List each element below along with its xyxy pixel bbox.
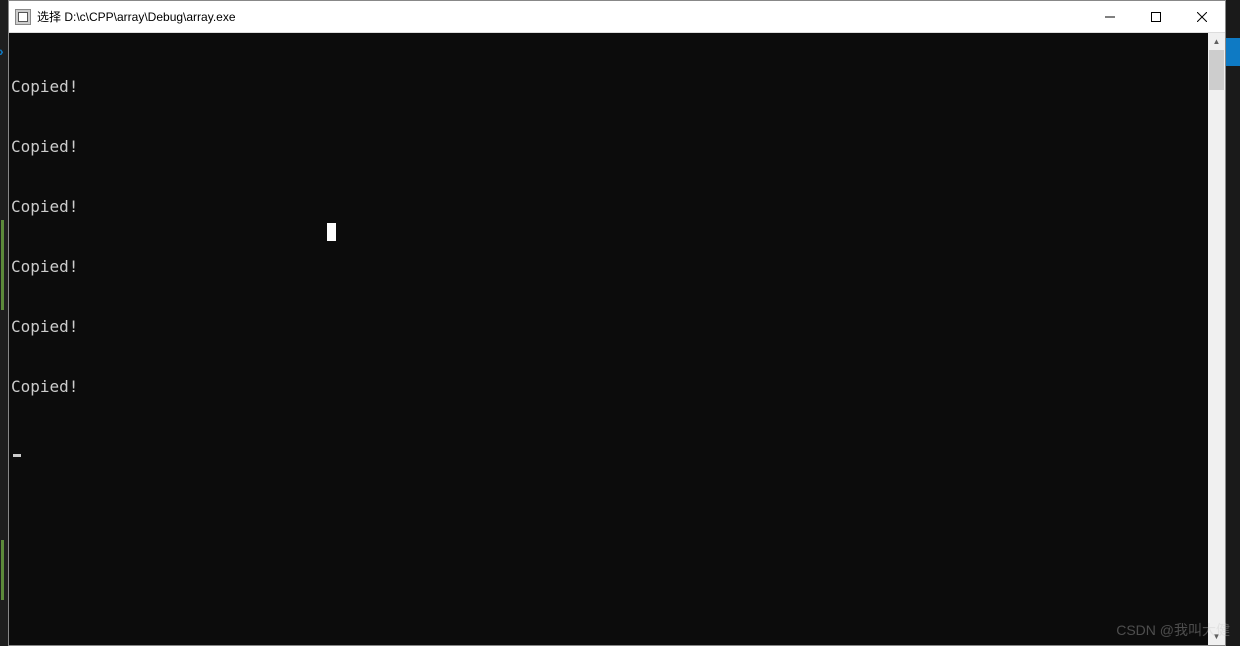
editor-gutter: › — [0, 0, 8, 646]
selection-cursor-icon — [327, 223, 336, 241]
window-titlebar[interactable]: 选择 D:\c\CPP\array\Debug\array.exe — [9, 1, 1225, 33]
console-line: Copied! — [9, 197, 1208, 217]
maximize-button[interactable] — [1133, 1, 1179, 32]
console-cursor-line — [9, 437, 1208, 457]
console-output[interactable]: Copied! Copied! Copied! Copied! Copied! … — [9, 33, 1208, 645]
console-line: Copied! — [9, 377, 1208, 397]
console-window: 选择 D:\c\CPP\array\Debug\array.exe Copied… — [8, 0, 1226, 646]
window-title: 选择 D:\c\CPP\array\Debug\array.exe — [37, 8, 1087, 25]
maximize-icon — [1151, 12, 1161, 22]
close-button[interactable] — [1179, 1, 1225, 32]
window-controls — [1087, 1, 1225, 32]
app-icon — [15, 9, 31, 25]
gutter-change-marker — [1, 540, 4, 600]
vertical-scrollbar[interactable]: ▲ ▼ — [1208, 33, 1225, 645]
console-line: Copied! — [9, 77, 1208, 97]
scroll-up-button[interactable]: ▲ — [1208, 33, 1225, 50]
breakpoint-chevron-icon: › — [0, 43, 4, 59]
console-body[interactable]: Copied! Copied! Copied! Copied! Copied! … — [9, 33, 1225, 645]
close-icon — [1197, 12, 1207, 22]
right-edge-indicator — [1226, 38, 1240, 66]
gutter-change-marker — [1, 220, 4, 310]
minimize-icon — [1105, 12, 1115, 22]
text-cursor-icon — [13, 454, 21, 457]
scrollbar-thumb[interactable] — [1209, 50, 1224, 90]
console-line: Copied! — [9, 137, 1208, 157]
console-line: Copied! — [9, 257, 1208, 277]
scroll-down-button[interactable]: ▼ — [1208, 628, 1225, 645]
console-line: Copied! — [9, 317, 1208, 337]
minimize-button[interactable] — [1087, 1, 1133, 32]
